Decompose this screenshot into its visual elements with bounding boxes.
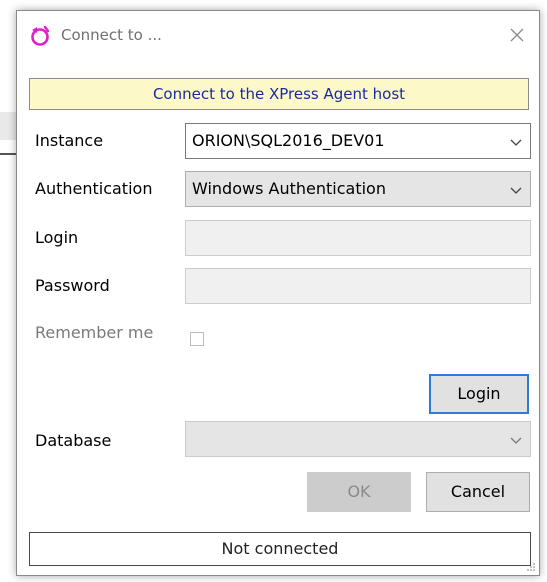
instance-select[interactable]: ORION\SQL2016_DEV01 (185, 123, 531, 159)
authentication-value: Windows Authentication (192, 179, 386, 198)
chevron-down-icon (510, 437, 522, 444)
ok-button[interactable]: OK (307, 472, 411, 512)
status-bar: Not connected (29, 532, 531, 566)
remember-me-label: Remember me (35, 323, 154, 342)
password-label: Password (35, 276, 110, 295)
chevron-down-icon (510, 139, 522, 146)
connect-dialog: Connect to ... Connect to the XPress Age… (16, 10, 540, 576)
info-banner: Connect to the XPress Agent host (29, 78, 529, 110)
resize-grip-icon[interactable] (526, 562, 536, 572)
instance-label: Instance (35, 131, 104, 150)
login-field[interactable] (185, 220, 531, 256)
background-window-line (0, 153, 16, 155)
database-select[interactable] (185, 421, 531, 457)
background-window-strip (0, 112, 16, 140)
title-bar: Connect to ... (17, 11, 539, 59)
close-icon[interactable] (505, 23, 529, 47)
instance-value: ORION\SQL2016_DEV01 (192, 131, 385, 150)
login-label: Login (35, 228, 79, 247)
app-logo-icon (31, 25, 50, 46)
authentication-select[interactable]: Windows Authentication (185, 171, 531, 207)
login-button[interactable]: Login (429, 374, 529, 414)
chevron-down-icon (510, 187, 522, 194)
database-label: Database (35, 431, 112, 450)
remember-me-checkbox[interactable] (190, 332, 204, 346)
cancel-button[interactable]: Cancel (426, 472, 530, 512)
window-title: Connect to ... (61, 26, 162, 44)
password-field[interactable] (185, 268, 531, 304)
authentication-label: Authentication (35, 179, 153, 198)
